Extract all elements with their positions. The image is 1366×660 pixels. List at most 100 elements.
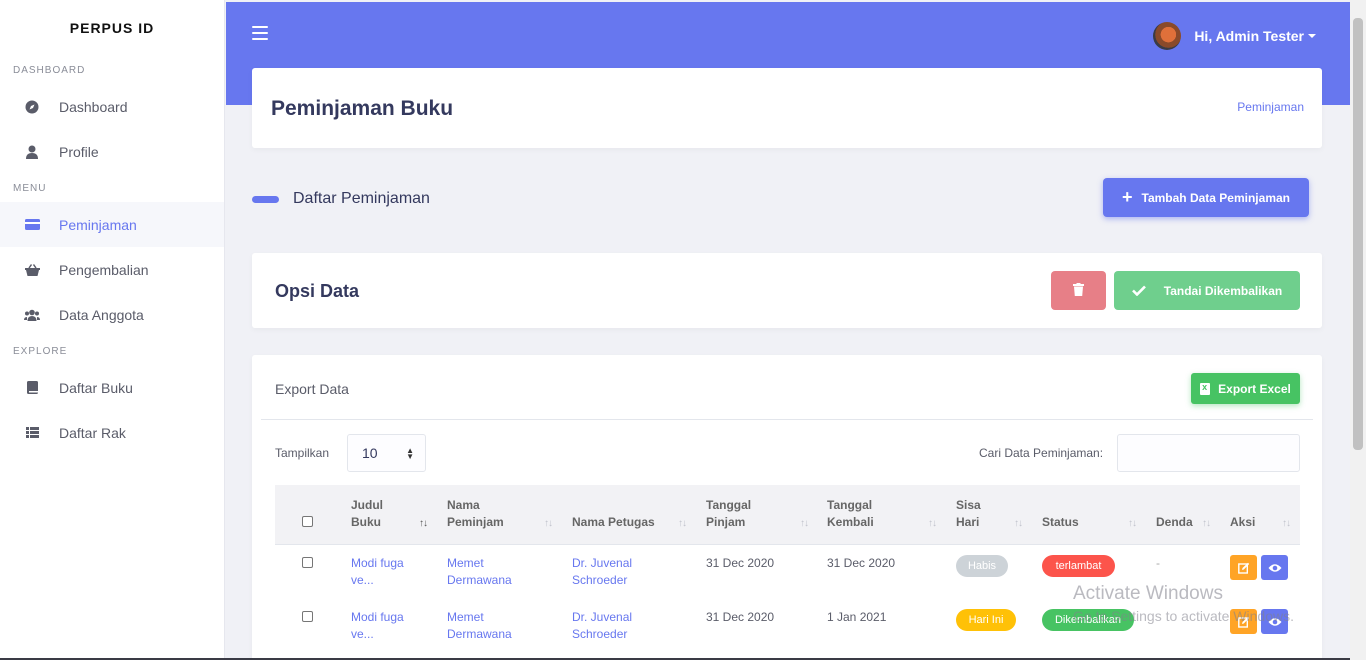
cell-judul-buku[interactable]: Modi fuga ve... xyxy=(351,555,404,589)
status-badge: terlambat xyxy=(1042,555,1115,577)
show-entries-select[interactable]: 10 ▲ ▼ xyxy=(347,434,426,472)
compass-icon xyxy=(24,99,40,115)
edit-button[interactable] xyxy=(1230,555,1257,580)
add-loan-label: Tambah Data Peminjaman xyxy=(1141,190,1291,205)
user-menu[interactable]: Hi, Admin Tester xyxy=(1153,22,1316,50)
sort-icon[interactable]: ↑↓ xyxy=(678,518,687,529)
show-entries-value: 10 xyxy=(362,445,378,461)
sort-icon[interactable]: ↑↓ xyxy=(800,518,809,529)
export-excel-label: Export Excel xyxy=(1218,381,1291,396)
col-tanggal-pinjam[interactable]: Tanggal Pinjam xyxy=(706,497,751,531)
export-label: Export Data xyxy=(275,381,349,397)
sidebar-item-label: Dashboard xyxy=(59,98,128,115)
sort-icon[interactable]: ↑↓ xyxy=(1128,518,1137,529)
edit-icon xyxy=(1237,562,1249,574)
select-all-checkbox[interactable] xyxy=(302,516,313,527)
users-icon xyxy=(24,307,40,323)
avatar xyxy=(1153,22,1182,50)
page-title: Peminjaman Buku xyxy=(271,97,454,120)
sidebar-item-pengembalian[interactable]: Pengembalian xyxy=(0,247,224,292)
add-loan-button[interactable]: + Tambah Data Peminjaman xyxy=(1103,178,1309,217)
sidebar-heading-dashboard: DASHBOARD xyxy=(13,64,86,76)
cell-tanggal-kembali: 31 Dec 2020 xyxy=(827,556,896,570)
options-card: Opsi Data Tandai Dikembalikan xyxy=(252,253,1322,328)
scrollbar-thumb[interactable] xyxy=(1353,18,1363,450)
select-arrows-icon: ▲ ▼ xyxy=(406,446,414,461)
col-tanggal-kembali[interactable]: Tanggal Kembali xyxy=(827,497,874,531)
sort-asc-icon[interactable]: ↑↓ xyxy=(419,518,428,529)
cell-nama-peminjam[interactable]: Memet Dermawana xyxy=(447,555,512,589)
page-header-card: Peminjaman Buku Peminjaman xyxy=(252,68,1322,148)
col-nama-petugas[interactable]: Nama Petugas xyxy=(572,514,655,531)
sort-icon[interactable]: ↑↓ xyxy=(1014,518,1023,529)
export-excel-button[interactable]: Export Excel xyxy=(1191,373,1300,404)
cell-nama-petugas[interactable]: Dr. Juvenal Schroeder xyxy=(572,609,632,643)
mark-returned-button[interactable]: Tandai Dikembalikan xyxy=(1114,271,1300,310)
sisa-hari-badge: Habis xyxy=(956,555,1008,577)
col-sisa-hari[interactable]: Sisa Hari xyxy=(956,497,981,531)
cell-nama-petugas[interactable]: Dr. Juvenal Schroeder xyxy=(572,555,632,589)
caret-down-icon xyxy=(1308,34,1316,38)
cell-denda: - xyxy=(1156,556,1160,570)
divider xyxy=(261,419,1313,420)
search-label: Cari Data Peminjaman: xyxy=(979,446,1104,460)
mark-returned-label: Tandai Dikembalikan xyxy=(1163,283,1283,298)
search-input[interactable] xyxy=(1117,434,1300,472)
sidebar-heading-menu: MENU xyxy=(13,182,47,194)
list-icon xyxy=(24,425,40,441)
sidebar-item-label: Profile xyxy=(59,143,99,160)
sidebar-item-profile[interactable]: Profile xyxy=(0,129,224,174)
check-icon xyxy=(1131,283,1146,299)
scrollbar[interactable] xyxy=(1350,0,1366,660)
sidebar-item-dashboard[interactable]: Dashboard xyxy=(0,84,224,129)
sort-icon[interactable]: ↑↓ xyxy=(1282,518,1291,529)
cell-tanggal-pinjam: 31 Dec 2020 xyxy=(706,610,775,624)
windows-activation-watermark: Activate Windows xyxy=(1073,583,1223,604)
sidebar-item-label: Data Anggota xyxy=(59,306,144,323)
col-judul-buku[interactable]: Judul Buku xyxy=(351,497,383,531)
trash-icon xyxy=(1073,282,1084,299)
col-aksi[interactable]: Aksi xyxy=(1230,514,1255,531)
sidebar-item-data-anggota[interactable]: Data Anggota xyxy=(0,292,224,337)
hamburger-menu-icon[interactable] xyxy=(252,26,268,40)
options-title: Opsi Data xyxy=(275,281,360,301)
sort-icon[interactable]: ↑↓ xyxy=(928,518,937,529)
cell-tanggal-pinjam: 31 Dec 2020 xyxy=(706,556,775,570)
section-accent-bar xyxy=(252,196,279,203)
brand-logo[interactable]: PERPUS ID xyxy=(0,0,224,56)
sidebar-item-peminjaman[interactable]: Peminjaman xyxy=(0,202,224,247)
section-title: Daftar Peminjaman xyxy=(293,190,430,207)
sort-icon[interactable]: ↑↓ xyxy=(1202,518,1211,529)
sidebar-item-label: Peminjaman xyxy=(59,216,137,233)
show-entries-label: Tampilkan xyxy=(275,446,330,460)
cell-tanggal-kembali: 1 Jan 2021 xyxy=(827,610,887,624)
basket-icon xyxy=(24,262,40,278)
sort-icon[interactable]: ↑↓ xyxy=(544,518,553,529)
sidebar-item-label: Daftar Buku xyxy=(59,379,133,396)
table-header: Judul Buku ↑↓ Nama Peminjam ↑↓ Nama Petuga… xyxy=(275,485,1300,545)
cell-judul-buku[interactable]: Modi fuga ve... xyxy=(351,609,404,643)
col-nama-peminjam[interactable]: Nama Peminjam xyxy=(447,497,504,531)
card-icon xyxy=(24,217,40,233)
breadcrumb[interactable]: Peminjaman xyxy=(1237,100,1304,114)
book-icon xyxy=(24,380,40,396)
eye-icon xyxy=(1268,563,1281,572)
sidebar: PERPUS ID DASHBOARD Dashboard Profile ME… xyxy=(0,0,225,660)
user-icon xyxy=(24,144,40,160)
cell-nama-peminjam[interactable]: Memet Dermawana xyxy=(447,609,512,643)
view-button[interactable] xyxy=(1261,555,1288,580)
col-status[interactable]: Status xyxy=(1042,514,1079,531)
sidebar-item-label: Pengembalian xyxy=(59,261,149,278)
row-checkbox[interactable] xyxy=(302,557,313,568)
excel-file-icon xyxy=(1200,382,1211,395)
windows-activation-subtext: Go to Settings to activate Windows. xyxy=(1073,608,1294,624)
row-checkbox[interactable] xyxy=(302,611,313,622)
sidebar-item-label: Daftar Rak xyxy=(59,424,126,441)
sidebar-item-daftar-rak[interactable]: Daftar Rak xyxy=(0,410,224,455)
sidebar-item-daftar-buku[interactable]: Daftar Buku xyxy=(0,365,224,410)
sidebar-heading-explore: EXPLORE xyxy=(13,345,68,357)
plus-icon: + xyxy=(1121,187,1133,207)
col-denda[interactable]: Denda xyxy=(1156,514,1193,531)
delete-button[interactable] xyxy=(1051,271,1106,310)
user-greeting: Hi, Admin Tester xyxy=(1194,28,1304,44)
